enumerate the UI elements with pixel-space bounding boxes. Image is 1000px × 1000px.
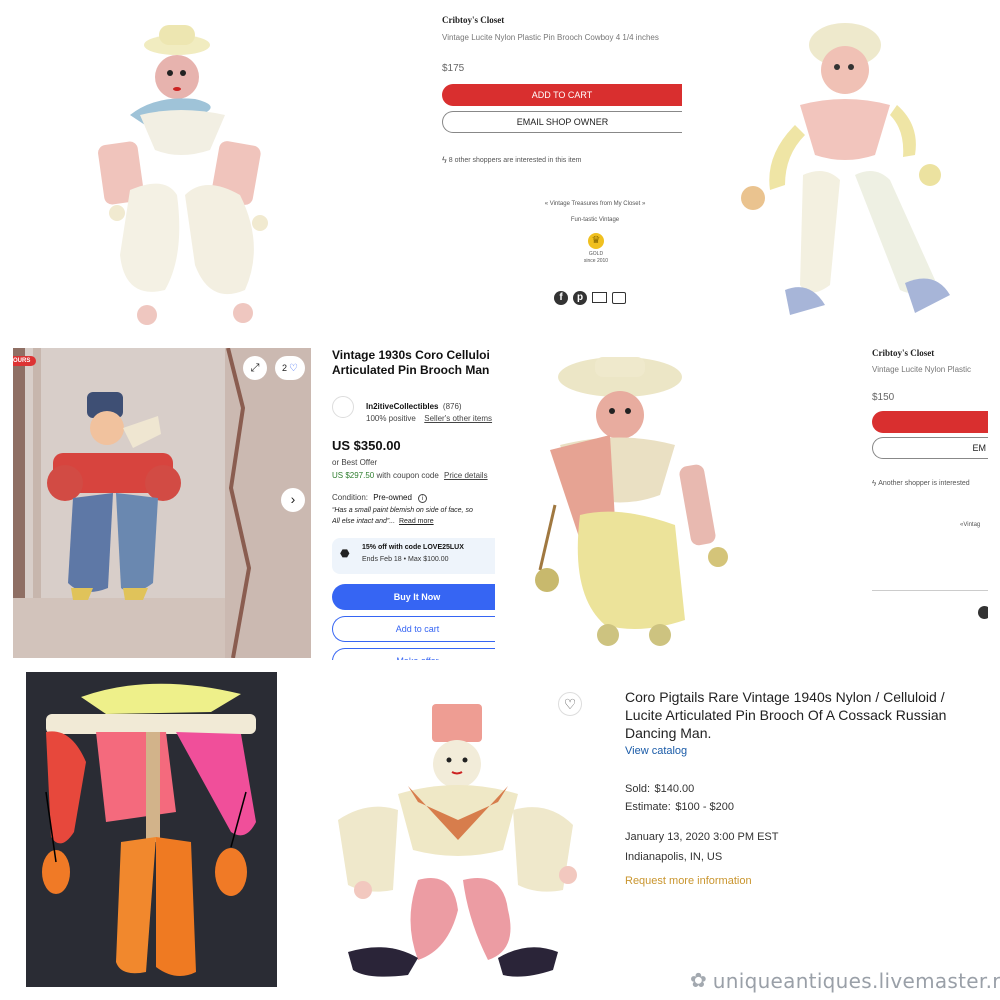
coupon-line: US $297.50 with coupon code Price detail… <box>332 471 488 480</box>
mail-icon[interactable] <box>592 292 607 303</box>
sold-row: Sold: $140.00 <box>625 779 694 797</box>
listing-price: $175 <box>442 63 465 74</box>
listing-title: Vintage Lucite Nylon Plastic <box>872 365 972 374</box>
badge-since: since 2010 <box>583 258 609 264</box>
seller-stats: 100% positive Seller's other items <box>366 408 492 426</box>
badge-label: GOLD <box>588 251 604 257</box>
info-icon[interactable]: i <box>418 494 428 503</box>
seller-positive: 100% positive <box>366 414 416 423</box>
heart-icon: ♡ <box>289 362 298 374</box>
condition-line: Condition: Pre-owned i <box>332 493 428 503</box>
share-icons: f p <box>554 291 626 305</box>
tag-icon: ⬣ <box>340 548 350 560</box>
interest-row: ϟ 8 other shoppers are interested in thi… <box>442 155 581 165</box>
sold-value: $140.00 <box>654 783 695 795</box>
brooch-photo-dark-background <box>26 672 277 987</box>
estimate-label: Estimate: <box>625 801 671 813</box>
interest-note: Another shopper is interested <box>878 480 970 487</box>
condition-value: Pre-owned <box>373 493 412 502</box>
condition-quote-row: All else intact and”... Read more <box>332 518 434 525</box>
listing-price: $150 <box>872 392 895 403</box>
seller-other-items[interactable]: Seller's other items <box>424 414 492 423</box>
buy-it-now-button[interactable]: Buy It Now <box>332 584 495 610</box>
email-shop-owner-button[interactable]: EMAIL SHOP OWNER <box>442 111 682 133</box>
ebay-gallery-image[interactable]: OURS ⤢ 2 ♡ › <box>13 348 311 658</box>
interest-row: ϟ Another shopper is interested <box>872 479 970 488</box>
sold-label: Sold: <box>625 783 651 795</box>
auction-listing-panel: Coro Pigtails Rare Vintage 1940s Nylon /… <box>625 688 985 898</box>
estimate-row: Estimate: $100 - $200 <box>625 797 734 815</box>
request-info-link[interactable]: Request more information <box>625 875 752 887</box>
shop-tagline: «Vintag <box>960 522 981 528</box>
ribbon-badge: OURS <box>13 356 37 366</box>
shop-subtitle: Fun-tastic Vintage <box>570 217 620 223</box>
view-catalog-link[interactable]: View catalog <box>625 745 687 757</box>
etsy-listing-panel-mid: Cribtoy's Closet Vintage Lucite Nylon Pl… <box>872 348 988 620</box>
favorite-heart-icon[interactable]: ♡ <box>558 692 582 716</box>
brooch-photo-cowboy <box>95 15 295 330</box>
divider <box>872 590 988 591</box>
facebook-icon[interactable] <box>978 606 988 619</box>
listing-price: US $350.00 <box>332 438 401 453</box>
promo-sub: Ends Feb 18 • Max $100.00 <box>362 556 449 563</box>
promo-banner[interactable]: ⬣ 15% off with code LOVE25LUX Ends Feb 1… <box>332 538 495 574</box>
condition-quote-2: All else intact and”... <box>332 518 396 525</box>
lightning-icon: ϟ <box>872 479 877 488</box>
auction-title: Coro Pigtails Rare Vintage 1940s Nylon /… <box>625 689 947 741</box>
crown-badge-icon: ♛ <box>588 233 604 249</box>
print-icon[interactable] <box>612 292 626 304</box>
watermark-text: uniqueantiques.livemaster.ru <box>712 968 1000 993</box>
listing-title: Vintage Lucite Nylon Plastic Pin Brooch … <box>442 33 659 42</box>
shop-name[interactable]: Cribtoy's Closet <box>872 348 934 358</box>
auction-location: Indianapolis, IN, US <box>625 851 723 863</box>
chevron-right-icon[interactable]: › <box>281 488 305 512</box>
read-more-link[interactable]: Read more <box>399 518 434 525</box>
listing-title-line1: Vintage 1930s Coro Celluloi <box>332 348 490 362</box>
brooch-photo-cossack[interactable]: ♡ <box>308 690 603 987</box>
seller-avatar[interactable] <box>332 396 354 418</box>
add-to-cart-button[interactable] <box>872 411 988 433</box>
shop-name[interactable]: Cribtoy's Closet <box>442 15 504 25</box>
coupon-price: US $297.50 <box>332 471 375 480</box>
price-details-link[interactable]: Price details <box>444 471 488 480</box>
watermark: ✿ uniqueantiques.livemaster.ru <box>690 968 1000 993</box>
email-shop-owner-button[interactable]: EM <box>872 437 988 459</box>
shop-tagline: « Vintage Treasures from My Closet » <box>544 201 646 207</box>
flower-logo-icon: ✿ <box>690 970 707 992</box>
brooch-photo-pink-cowboy <box>705 15 987 325</box>
condition-quote-1: “Has a small paint blemish on side of fa… <box>332 507 473 514</box>
etsy-listing-panel-top: Cribtoy's Closet Vintage Lucite Nylon Pl… <box>440 15 682 315</box>
coupon-text: with coupon code <box>376 471 439 480</box>
add-to-cart-button[interactable]: ADD TO CART <box>442 84 682 106</box>
promo-title: 15% off with code LOVE25LUX <box>362 544 464 551</box>
expand-icon[interactable]: ⤢ <box>243 356 267 380</box>
best-offer: or Best Offer <box>332 458 378 467</box>
email-label-cut: EM <box>972 443 987 453</box>
brooch-photo-sombrero <box>500 335 870 660</box>
lightning-icon: ϟ <box>442 155 447 165</box>
pinterest-icon[interactable]: p <box>573 291 587 305</box>
make-offer-button[interactable]: Make offer <box>332 648 495 660</box>
condition-label: Condition: <box>332 493 369 502</box>
add-to-cart-button[interactable]: Add to cart <box>332 616 495 642</box>
auction-date: January 13, 2020 3:00 PM EST <box>625 831 779 843</box>
facebook-icon[interactable]: f <box>554 291 568 305</box>
image-count-pill[interactable]: 2 ♡ <box>275 356 305 380</box>
ebay-listing-panel: Vintage 1930s Coro Celluloi Articulated … <box>332 348 495 660</box>
listing-title-line2: Articulated Pin Brooch Man <box>332 363 490 377</box>
interest-note: 8 other shoppers are interested in this … <box>448 156 582 164</box>
estimate-value: $100 - $200 <box>675 801 735 813</box>
image-count: 2 <box>282 363 288 373</box>
